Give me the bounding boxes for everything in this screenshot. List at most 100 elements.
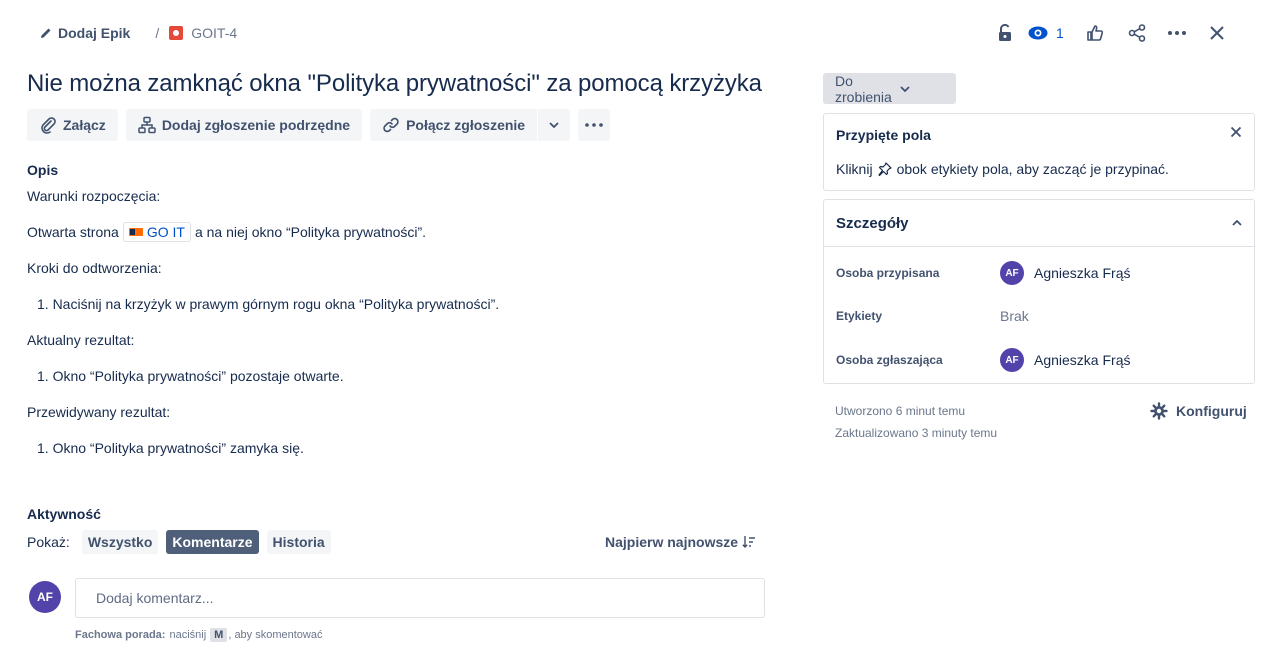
assignee-value[interactable]: AF Agnieszka Frąś bbox=[1000, 261, 1130, 285]
goit-smart-link[interactable]: GO IT bbox=[122, 222, 191, 242]
attach-button[interactable]: Załącz bbox=[27, 109, 118, 141]
reporter-label: Osoba zgłaszająca bbox=[836, 353, 943, 367]
link-issue-dropdown-button[interactable] bbox=[538, 109, 571, 141]
close-pinned-button[interactable] bbox=[1230, 126, 1242, 138]
pro-tip-suffix: , aby skomentować bbox=[228, 629, 323, 641]
issue-header-actions: 1 bbox=[990, 20, 1232, 46]
comment-placeholder: Dodaj komentarz... bbox=[96, 590, 214, 606]
assignee-name: Agnieszka Frąś bbox=[1034, 265, 1131, 281]
filter-all-button[interactable]: Wszystko bbox=[81, 530, 159, 554]
pro-tip: Fachowa porada: naciśnij M , aby skoment… bbox=[75, 628, 322, 642]
details-panel: Szczegóły Osoba przypisana AF Agnieszka … bbox=[823, 199, 1255, 384]
configure-button[interactable]: Konfiguruj bbox=[1150, 402, 1247, 420]
steps-heading: Kroki do odtworzenia: bbox=[27, 260, 162, 276]
actual-result-heading: Aktualny rezultat: bbox=[27, 332, 135, 348]
chevron-up-icon bbox=[1232, 220, 1242, 226]
status-dropdown[interactable]: Do zrobienia bbox=[823, 72, 956, 105]
open-suffix-text: a na niej okno “Polityka prywatności”. bbox=[194, 224, 427, 240]
issue-key: GOIT-4 bbox=[191, 25, 238, 41]
comment-input[interactable]: Dodaj komentarz... bbox=[75, 578, 765, 618]
watch-button[interactable]: 1 bbox=[1028, 25, 1064, 41]
vote-button[interactable] bbox=[1080, 20, 1110, 46]
link-issue-label: Połącz zgłoszenie bbox=[406, 117, 526, 133]
open-prefix-text: Otwarta strona bbox=[27, 224, 119, 240]
pinned-hint: Kliknij obok etykiety pola, aby zacząć j… bbox=[836, 161, 1169, 177]
sort-label: Najpierw najnowsze bbox=[605, 534, 739, 550]
pinned-fields-title: Przypięte pola bbox=[836, 127, 931, 143]
preconditions-heading: Warunki rozpoczęcia: bbox=[27, 188, 161, 204]
issue-action-buttons: Załącz Dodaj zgłoszenie podrzędne Połącz… bbox=[27, 109, 611, 141]
add-child-label: Dodaj zgłoszenie podrzędne bbox=[161, 117, 351, 133]
created-timestamp: Utworzono 6 minut temu bbox=[835, 404, 966, 418]
eye-icon bbox=[1028, 26, 1048, 40]
restrict-button[interactable] bbox=[990, 20, 1020, 46]
pin-icon bbox=[877, 162, 892, 176]
assignee-label: Osoba przypisana bbox=[836, 266, 940, 280]
link-issue-split-button: Połącz zgłoszenie bbox=[370, 109, 571, 141]
share-button[interactable] bbox=[1122, 20, 1152, 46]
more-actions-button[interactable] bbox=[1162, 20, 1192, 46]
avatar: AF bbox=[1000, 348, 1024, 372]
reporter-value[interactable]: AF Agnieszka Frąś bbox=[1000, 348, 1130, 372]
paperclip-icon bbox=[39, 116, 57, 134]
step-list-item: 1. Naciśnij na krzyżyk w prawym górnym r… bbox=[37, 296, 500, 312]
activity-filter: Pokaż: Wszystko Komentarze Historia bbox=[27, 530, 331, 554]
more-icon bbox=[1167, 30, 1187, 36]
close-icon bbox=[1230, 126, 1242, 138]
details-header[interactable]: Szczegóły bbox=[824, 200, 1254, 247]
pro-tip-press: naciśnij bbox=[169, 629, 207, 641]
pencil-icon bbox=[40, 27, 52, 39]
reporter-name: Agnieszka Frąś bbox=[1034, 352, 1131, 368]
reporter-field: Osoba zgłaszająca AF Agnieszka Frąś bbox=[836, 346, 1242, 374]
pro-tip-label: Fachowa porada: bbox=[75, 629, 166, 641]
keyboard-shortcut-key: M bbox=[210, 628, 228, 642]
updated-timestamp: Zaktualizowano 3 minuty temu bbox=[835, 426, 998, 440]
goit-link-text: GO IT bbox=[146, 224, 185, 240]
sort-newest-first-button[interactable]: Najpierw najnowsze bbox=[605, 534, 756, 550]
issue-title[interactable]: Nie można zamknąć okna "Polityka prywatn… bbox=[27, 70, 762, 98]
chevron-down-icon bbox=[900, 85, 944, 92]
sort-icon bbox=[742, 535, 756, 549]
pinned-hint-suffix: obok etykiety pola, aby zacząć je przypi… bbox=[896, 161, 1169, 177]
assignee-field: Osoba przypisana AF Agnieszka Frąś bbox=[836, 259, 1242, 287]
labels-value[interactable]: Brak bbox=[1000, 308, 1029, 324]
filter-history-button[interactable]: Historia bbox=[266, 530, 331, 554]
actual-result-item: 1. Okno “Polityka prywatności” pozostaje… bbox=[37, 368, 344, 384]
lock-icon bbox=[997, 24, 1013, 42]
gear-icon bbox=[1150, 402, 1168, 420]
close-icon bbox=[1209, 25, 1225, 41]
pinned-fields-panel: Przypięte pola Kliknij obok etykiety pol… bbox=[823, 113, 1255, 191]
breadcrumb-separator: / bbox=[155, 25, 160, 41]
labels-field: Etykiety Brak bbox=[836, 302, 1242, 330]
breadcrumb: Dodaj Epik / GOIT-4 bbox=[40, 24, 237, 42]
pinned-hint-prefix: Kliknij bbox=[836, 161, 873, 177]
filter-comments-button[interactable]: Komentarze bbox=[166, 530, 259, 554]
add-epic-link[interactable]: Dodaj Epik bbox=[40, 25, 130, 41]
goit-favicon-icon bbox=[128, 228, 143, 236]
close-button[interactable] bbox=[1202, 20, 1232, 46]
avatar: AF bbox=[29, 581, 61, 613]
link-icon bbox=[382, 116, 400, 134]
labels-label: Etykiety bbox=[836, 309, 883, 323]
add-child-issue-button[interactable]: Dodaj zgłoszenie podrzędne bbox=[125, 109, 363, 141]
chevron-down-icon bbox=[549, 122, 559, 128]
more-issue-actions-button[interactable] bbox=[578, 109, 611, 141]
link-issue-button[interactable]: Połącz zgłoszenie bbox=[370, 109, 538, 141]
expected-result-item: 1. Okno “Polityka prywatności” zamyka si… bbox=[37, 440, 304, 456]
details-title: Szczegóły bbox=[836, 214, 909, 232]
show-label: Pokaż: bbox=[27, 534, 70, 550]
status-label: Do zrobienia bbox=[835, 72, 892, 105]
add-epic-label: Dodaj Epik bbox=[58, 25, 131, 41]
hierarchy-icon bbox=[138, 116, 156, 134]
configure-label: Konfiguruj bbox=[1176, 403, 1247, 419]
description-heading: Opis bbox=[27, 162, 59, 178]
thumbs-up-icon bbox=[1086, 24, 1104, 42]
activity-heading: Aktywność bbox=[27, 506, 101, 522]
bug-icon bbox=[169, 26, 184, 40]
more-icon bbox=[585, 123, 603, 127]
avatar: AF bbox=[1000, 261, 1024, 285]
expected-result-heading: Przewidywany rezultat: bbox=[27, 404, 171, 420]
attach-label: Załącz bbox=[63, 117, 106, 133]
issue-key-link[interactable]: GOIT-4 bbox=[169, 25, 237, 41]
share-icon bbox=[1128, 24, 1146, 42]
